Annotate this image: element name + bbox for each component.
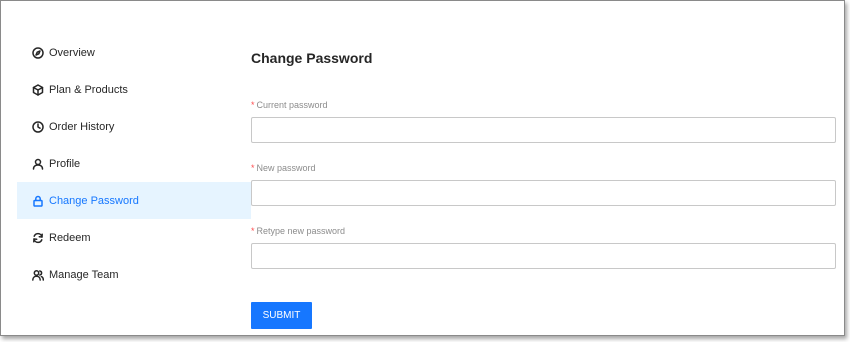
required-marker: * (251, 226, 255, 236)
sidebar-item-order-history[interactable]: Order History (17, 108, 251, 145)
sidebar-item-change-password[interactable]: Change Password (17, 182, 251, 219)
lock-icon (32, 195, 44, 207)
sidebar-item-redeem[interactable]: Redeem (17, 219, 251, 256)
change-password-form: Change Password * Current password * New p… (251, 48, 836, 329)
user-icon (32, 158, 44, 170)
team-icon (32, 269, 44, 281)
box-icon (32, 83, 44, 96)
sidebar-item-label: Redeem (49, 231, 91, 244)
current-password-label-text: Current password (256, 100, 328, 110)
sidebar-item-overview[interactable]: Overview (17, 34, 251, 71)
sidebar: Overview Plan & Products Order History P… (17, 34, 251, 293)
page-title: Change Password (251, 50, 373, 66)
compass-icon (32, 46, 44, 59)
current-password-field[interactable] (251, 117, 836, 143)
retype-password-field[interactable] (251, 243, 836, 269)
required-marker: * (251, 163, 255, 173)
sidebar-item-profile[interactable]: Profile (17, 145, 251, 182)
clock-icon (32, 120, 44, 133)
settings-window: Overview Plan & Products Order History P… (0, 0, 845, 336)
new-password-field[interactable] (251, 180, 836, 206)
refresh-icon (32, 232, 44, 244)
sidebar-item-label: Overview (49, 46, 95, 59)
sidebar-item-plan-products[interactable]: Plan & Products (17, 71, 251, 108)
sidebar-item-label: Plan & Products (49, 83, 128, 96)
required-marker: * (251, 100, 255, 110)
submit-button[interactable]: SUBMIT (251, 302, 312, 329)
current-password-label: * Current password (251, 100, 328, 110)
sidebar-item-label: Change Password (49, 194, 139, 207)
sidebar-item-label: Profile (49, 157, 81, 170)
new-password-label: * New password (251, 163, 316, 173)
new-password-label-text: New password (256, 163, 316, 173)
sidebar-item-label: Order History (49, 120, 115, 133)
retype-password-label: * Retype new password (251, 226, 345, 236)
sidebar-item-manage-team[interactable]: Manage Team (17, 256, 251, 293)
retype-password-label-text: Retype new password (256, 226, 346, 236)
sidebar-item-label: Manage Team (49, 268, 119, 281)
